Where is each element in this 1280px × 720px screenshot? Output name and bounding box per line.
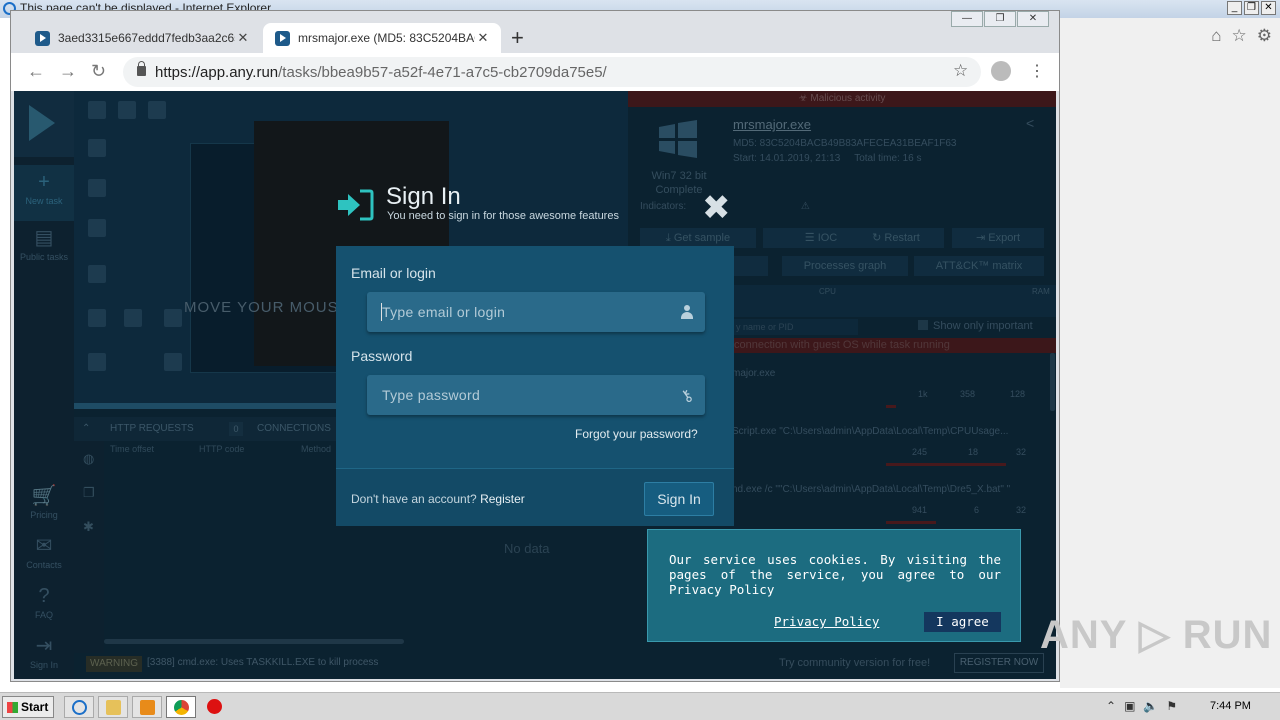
- privacy-policy-link[interactable]: Privacy Policy: [774, 614, 879, 629]
- url-text[interactable]: https://app.any.run/tasks/bbea9b57-a52f-…: [155, 64, 607, 81]
- close-window-button[interactable]: ✕: [1017, 11, 1049, 27]
- ie-minimize-button[interactable]: _: [1227, 1, 1242, 15]
- folder-icon: [106, 700, 121, 715]
- password-label: Password: [351, 348, 413, 364]
- back-icon[interactable]: ←: [27, 61, 45, 82]
- network-icon[interactable]: ▣: [1124, 699, 1135, 713]
- ie-restore-button[interactable]: ❐: [1244, 1, 1259, 15]
- sign-in-modal: Email or login Type email or login Passw…: [336, 246, 734, 526]
- browser-tab-2-active[interactable]: mrsmajor.exe (MD5: 83C5204BACB49B8 ✕: [263, 23, 501, 53]
- forgot-password-link[interactable]: Forgot your password?: [575, 427, 698, 441]
- chrome-icon: [174, 700, 189, 715]
- star-icon[interactable]: ☆: [1232, 26, 1247, 46]
- chrome-window-controls: — ❐ ✕: [951, 11, 1049, 27]
- email-label: Email or login: [351, 265, 436, 281]
- cookie-banner: Our service uses cookies. By visiting th…: [647, 529, 1021, 642]
- clock[interactable]: 7:44 PM: [1210, 700, 1251, 712]
- no-account-text: Don't have an account? Register: [351, 492, 525, 506]
- volume-icon[interactable]: 🔈: [1143, 699, 1158, 713]
- taskbar-ie[interactable]: [64, 696, 94, 718]
- close-icon[interactable]: ✖: [702, 191, 731, 225]
- close-tab-icon[interactable]: ✕: [235, 30, 251, 46]
- sign-in-icon: [338, 189, 374, 221]
- ie-content-area: [1060, 18, 1280, 688]
- taskbar-explorer[interactable]: [98, 696, 128, 718]
- ie-toolbar: ⌂ ☆ ⚙: [1211, 26, 1272, 46]
- ie-icon: [72, 700, 87, 715]
- system-tray: ⌃ ▣ 🔈 ⚑: [1106, 699, 1177, 713]
- cookie-text: Our service uses cookies. By visiting th…: [669, 552, 1001, 597]
- password-placeholder: Type password: [382, 387, 481, 403]
- key-icon: ⚷: [677, 386, 698, 407]
- menu-dots-icon[interactable]: ⋮: [1029, 61, 1045, 81]
- gear-icon[interactable]: ⚙: [1257, 26, 1272, 46]
- new-tab-button[interactable]: +: [511, 25, 524, 51]
- anyrun-favicon-icon: [35, 30, 50, 46]
- user-icon: [681, 305, 693, 319]
- anyrun-watermark: ANY ▷ RUN: [1040, 613, 1273, 657]
- register-link[interactable]: Register: [480, 492, 525, 506]
- start-button[interactable]: Start: [2, 696, 54, 718]
- action-center-flag-icon[interactable]: ⚑: [1166, 699, 1177, 713]
- restore-button[interactable]: ❐: [984, 11, 1016, 27]
- email-field[interactable]: Type email or login: [367, 292, 705, 332]
- bookmark-star-icon[interactable]: ☆: [953, 61, 968, 81]
- password-field[interactable]: Type password ⚷: [367, 375, 705, 415]
- forward-icon[interactable]: →: [59, 61, 77, 82]
- media-player-icon: [140, 700, 155, 715]
- sign-in-button[interactable]: Sign In: [644, 482, 714, 516]
- reload-icon[interactable]: ↻: [91, 61, 106, 82]
- home-icon[interactable]: ⌂: [1211, 26, 1221, 46]
- stop-icon: [207, 699, 222, 714]
- lock-icon: [137, 61, 146, 76]
- anyrun-favicon-icon: [275, 30, 290, 46]
- sign-in-title: Sign In: [386, 183, 461, 210]
- address-bar[interactable]: https://app.any.run/tasks/bbea9b57-a52f-…: [123, 57, 981, 87]
- taskbar-stop-app[interactable]: [200, 696, 230, 718]
- sign-in-subtitle: You need to sign in for those awesome fe…: [387, 210, 619, 222]
- windows-taskbar: Start ⌃ ▣ 🔈 ⚑ 7:44 PM: [0, 692, 1280, 720]
- email-placeholder: Type email or login: [382, 304, 506, 320]
- profile-avatar-icon[interactable]: [991, 61, 1011, 81]
- taskbar-media-player[interactable]: [132, 696, 162, 718]
- modal-footer: Don't have an account? Register Sign In: [336, 468, 734, 526]
- i-agree-button[interactable]: I agree: [924, 612, 1001, 632]
- taskbar-chrome[interactable]: [166, 696, 196, 718]
- tab-title: 3aed3315e667eddd7fedb3aa2c65af: [58, 31, 235, 45]
- tray-expand-icon[interactable]: ⌃: [1106, 699, 1116, 713]
- ie-close-button[interactable]: ✕: [1261, 1, 1276, 15]
- minimize-button[interactable]: —: [951, 11, 983, 27]
- ie-window-controls: _ ❐ ✕: [1227, 1, 1276, 15]
- tab-title: mrsmajor.exe (MD5: 83C5204BACB49B8: [298, 31, 475, 45]
- toolbar: ← → ↻ https://app.any.run/tasks/bbea9b57…: [11, 53, 1059, 91]
- close-tab-icon[interactable]: ✕: [475, 30, 491, 46]
- browser-tab-1[interactable]: 3aed3315e667eddd7fedb3aa2c65af ✕: [23, 23, 261, 53]
